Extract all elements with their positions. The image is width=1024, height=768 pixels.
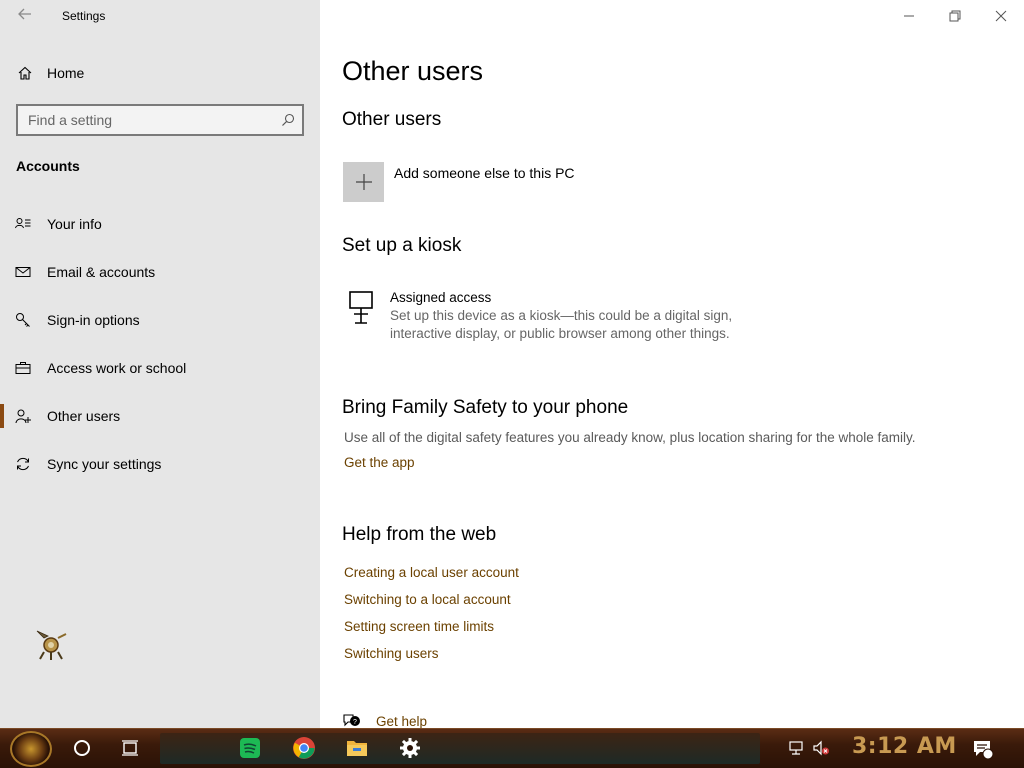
help-link-screen-time-limits[interactable]: Setting screen time limits xyxy=(344,619,494,634)
mail-icon xyxy=(8,264,38,280)
window-controls xyxy=(886,0,1024,32)
restore-icon xyxy=(949,10,961,22)
briefcase-icon xyxy=(8,360,38,376)
taskbar-clock[interactable]: 3:12 AM xyxy=(852,734,957,759)
assigned-access-item[interactable]: Assigned access Set up this device as a … xyxy=(346,290,770,343)
app-title: Settings xyxy=(62,9,106,23)
get-help-label: Get help xyxy=(376,713,428,729)
sidebar-item-sign-in-options[interactable]: Sign-in options xyxy=(0,296,320,344)
sidebar-item-label: Sync your settings xyxy=(47,456,162,472)
kiosk-text: Assigned access Set up this device as a … xyxy=(390,290,770,343)
spotify-icon[interactable] xyxy=(238,736,262,760)
restore-button[interactable] xyxy=(932,0,978,32)
add-user-label: Add someone else to this PC xyxy=(394,165,575,181)
sidebar: Settings Home Accounts Your info Email &… xyxy=(0,0,320,728)
steampunk-cursor-icon xyxy=(36,630,67,660)
task-view-icon[interactable] xyxy=(121,739,139,757)
assigned-access-description: Set up this device as a kiosk—this could… xyxy=(390,308,733,341)
sidebar-item-access-work-school[interactable]: Access work or school xyxy=(0,344,320,392)
plus-icon xyxy=(343,162,384,202)
help-link-switch-local-account[interactable]: Switching to a local account xyxy=(344,592,511,607)
minimize-icon xyxy=(904,15,914,17)
action-center-icon[interactable] xyxy=(972,738,994,760)
get-the-app-link[interactable]: Get the app xyxy=(344,455,415,470)
home-label: Home xyxy=(47,65,85,81)
close-icon xyxy=(995,10,1007,22)
search-input[interactable] xyxy=(18,112,274,128)
start-button[interactable] xyxy=(10,731,52,767)
sidebar-item-label: Email & accounts xyxy=(47,264,156,280)
heading-other-users: Other users xyxy=(342,109,442,130)
file-explorer-icon[interactable] xyxy=(345,736,369,760)
network-icon[interactable] xyxy=(788,739,806,757)
back-button[interactable] xyxy=(14,6,36,26)
help-link-switching-users[interactable]: Switching users xyxy=(344,646,439,661)
assigned-access-title: Assigned access xyxy=(390,290,492,305)
back-arrow-icon xyxy=(18,8,31,20)
add-person-icon xyxy=(8,408,38,424)
volume-muted-icon[interactable] xyxy=(812,739,830,757)
home-icon xyxy=(9,65,41,81)
heading-family-safety: Bring Family Safety to your phone xyxy=(342,397,629,418)
heading-kiosk: Set up a kiosk xyxy=(342,235,462,256)
person-card-icon xyxy=(8,216,38,232)
sidebar-item-label: Sign-in options xyxy=(47,312,140,328)
sidebar-item-sync-settings[interactable]: Sync your settings xyxy=(0,440,320,488)
search-icon[interactable] xyxy=(274,113,302,127)
sidebar-item-label: Access work or school xyxy=(47,360,187,376)
page-title: Other users xyxy=(342,56,484,86)
close-button[interactable] xyxy=(978,0,1024,32)
family-safety-text: Use all of the digital safety features y… xyxy=(344,430,916,445)
search-box[interactable] xyxy=(16,104,304,136)
help-link-create-local-account[interactable]: Creating a local user account xyxy=(344,565,519,580)
sidebar-item-label: Other users xyxy=(47,408,121,424)
sync-icon xyxy=(8,456,38,472)
cortana-search-icon[interactable] xyxy=(74,740,90,756)
section-label-accounts: Accounts xyxy=(16,158,80,174)
chrome-icon[interactable] xyxy=(292,736,316,760)
kiosk-icon xyxy=(346,290,378,343)
add-user-button[interactable]: Add someone else to this PC xyxy=(343,162,575,202)
nav-list: Your info Email & accounts Sign-in optio… xyxy=(0,200,320,488)
key-icon xyxy=(8,312,38,328)
settings-gear-icon[interactable] xyxy=(398,736,422,760)
heading-help-from-web: Help from the web xyxy=(342,524,497,545)
sidebar-item-label: Your info xyxy=(47,216,102,232)
minimize-button[interactable] xyxy=(886,0,932,32)
home-nav-item[interactable]: Home xyxy=(0,58,320,88)
sidebar-item-email-accounts[interactable]: Email & accounts xyxy=(0,248,320,296)
sidebar-item-other-users[interactable]: Other users xyxy=(0,392,320,440)
sidebar-item-your-info[interactable]: Your info xyxy=(0,200,320,248)
svg-text:?: ? xyxy=(353,719,357,726)
